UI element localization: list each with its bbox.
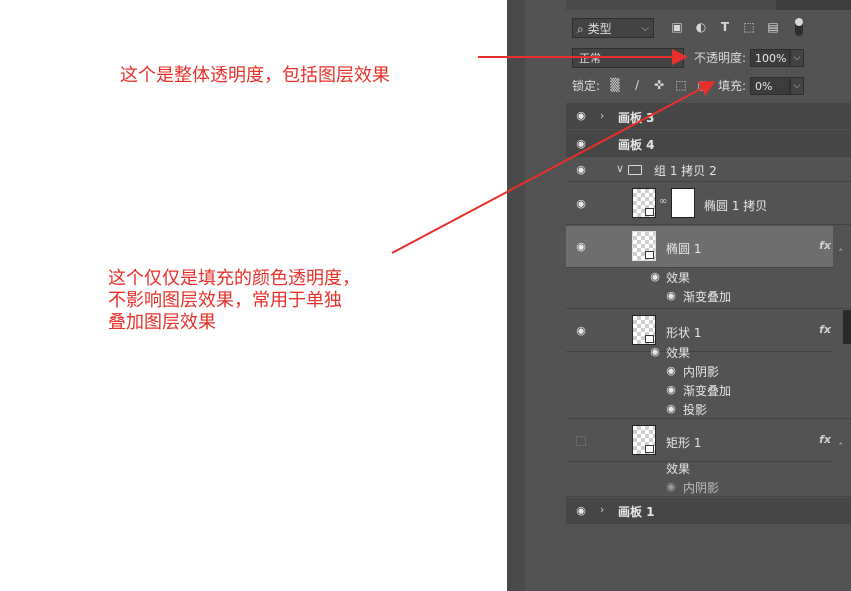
annotation-arrows <box>391 49 716 254</box>
arrow-to-fill <box>391 81 716 254</box>
